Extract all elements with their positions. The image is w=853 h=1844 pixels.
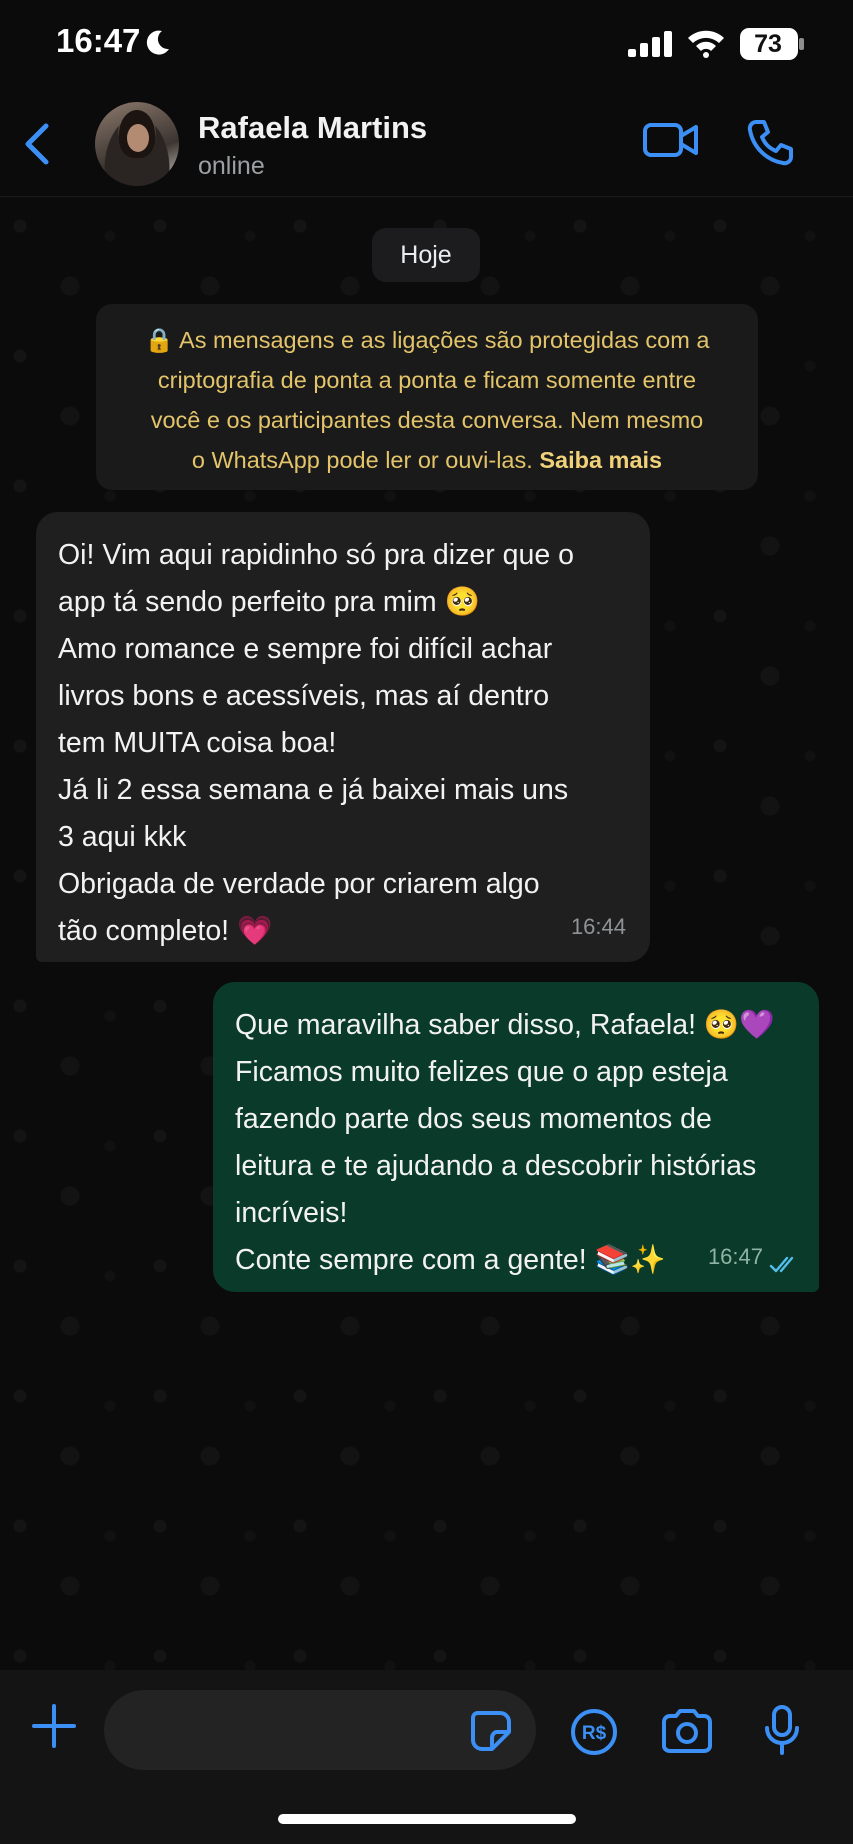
notice-line: você e os participantes desta conversa. … bbox=[150, 407, 704, 433]
message-line: Que maravilha saber disso, Rafaela! 🥺💜 bbox=[235, 1009, 775, 1041]
svg-text:R$: R$ bbox=[582, 1723, 607, 1744]
notice-line-text: o WhatsApp pode ler or ouvi-las. bbox=[191, 447, 533, 473]
pix-icon[interactable]: R$ bbox=[570, 1708, 618, 1756]
message-line: livros bons e acessíveis, mas aí dentro bbox=[58, 680, 550, 712]
message-line: Amo romance e sempre foi difícil achar bbox=[58, 633, 553, 665]
wifi-icon bbox=[688, 30, 724, 58]
microphone-icon[interactable] bbox=[762, 1704, 802, 1756]
message-line: Obrigada de verdade por criarem algo bbox=[58, 868, 540, 900]
message-line: fazendo parte dos seus momentos de bbox=[235, 1103, 712, 1135]
message-timestamp: 16:47 bbox=[707, 1244, 763, 1269]
notice-line: criptografia de ponta a ponta e ficam so… bbox=[157, 367, 697, 393]
message-line: 3 aqui kkk bbox=[58, 821, 187, 853]
encryption-notice[interactable]: 🔒 As mensagens e as ligações são protegi… bbox=[96, 304, 758, 490]
plus-icon[interactable] bbox=[32, 1704, 76, 1748]
message-line: Já li 2 essa semana e já baixei mais uns bbox=[58, 774, 569, 806]
battery-percentage: 73 bbox=[754, 30, 782, 58]
incoming-message[interactable]: Oi! Vim aqui rapidinho só pra dizer que … bbox=[36, 512, 650, 962]
camera-icon[interactable] bbox=[660, 1708, 714, 1754]
message-line: incríveis! bbox=[235, 1197, 348, 1229]
phone-call-icon[interactable] bbox=[746, 118, 794, 166]
video-call-icon[interactable] bbox=[642, 120, 700, 160]
message-line: tão completo! 💗 bbox=[58, 915, 273, 947]
notice-line-last: o WhatsApp pode ler or ouvi-las. Saiba m… bbox=[96, 440, 758, 480]
home-indicator[interactable] bbox=[278, 1814, 576, 1824]
contact-avatar[interactable] bbox=[95, 102, 179, 186]
learn-more-link[interactable]: Saiba mais bbox=[539, 447, 662, 473]
message-line: app tá sendo perfeito pra mim 🥺 bbox=[58, 586, 481, 618]
notice-line: 🔒 As mensagens e as ligações são protegi… bbox=[144, 327, 710, 353]
date-separator: Hoje bbox=[372, 228, 480, 282]
message-composer: R$ bbox=[0, 1670, 853, 1844]
contact-name[interactable]: Rafaela Martins bbox=[198, 110, 427, 146]
message-line: Oi! Vim aqui rapidinho só pra dizer que … bbox=[58, 539, 574, 571]
outgoing-message[interactable]: Que maravilha saber disso, Rafaela! 🥺💜 F… bbox=[213, 982, 819, 1292]
signal-icon bbox=[628, 31, 672, 57]
contact-status: online bbox=[198, 152, 265, 180]
moon-icon bbox=[146, 30, 169, 55]
status-time: 16:47 bbox=[56, 22, 141, 59]
status-bar: 16:47 73 bbox=[0, 0, 853, 90]
double-check-icon bbox=[769, 1256, 794, 1273]
back-icon[interactable] bbox=[22, 122, 52, 166]
message-line: leitura e te ajudando a descobrir histór… bbox=[235, 1150, 757, 1182]
chat-header: Rafaela Martins online bbox=[0, 90, 853, 197]
message-line: Ficamos muito felizes que o app esteja bbox=[235, 1056, 728, 1088]
message-timestamp: 16:44 bbox=[570, 914, 626, 939]
sticker-icon[interactable] bbox=[470, 1710, 512, 1752]
message-line: tem MUITA coisa boa! bbox=[58, 727, 337, 759]
